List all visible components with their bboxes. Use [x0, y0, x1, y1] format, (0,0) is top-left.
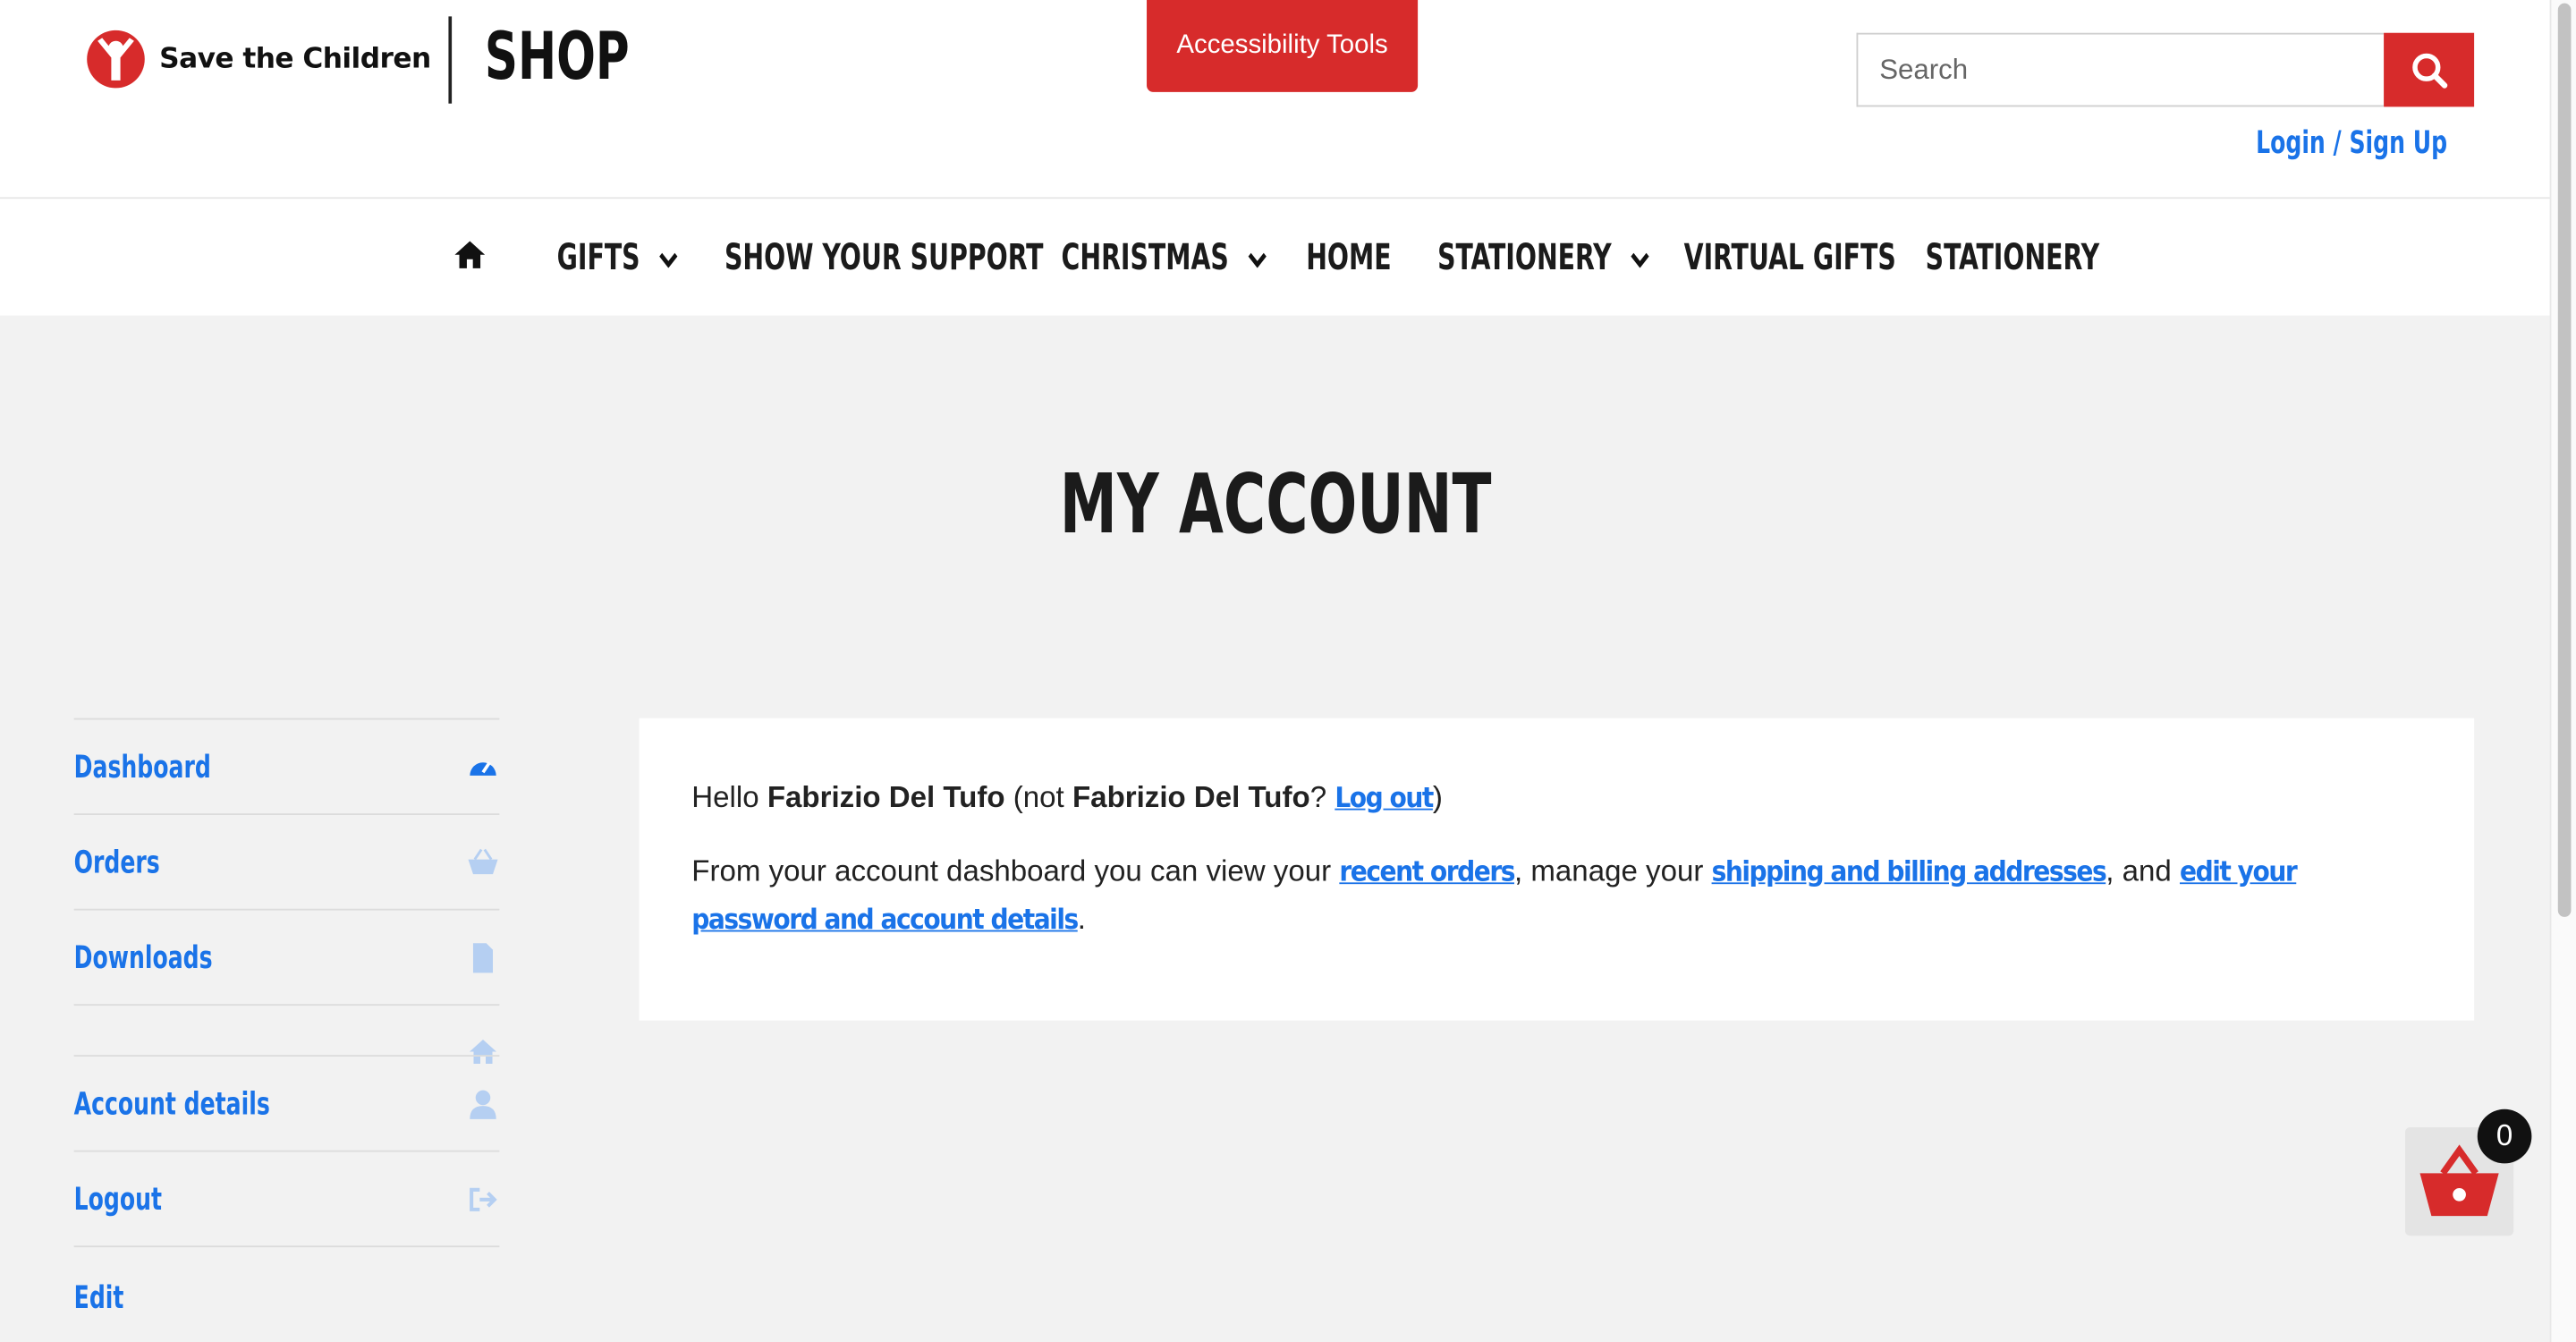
cart-count-badge: 0: [2477, 1108, 2532, 1164]
accessibility-tools-button[interactable]: Accessibility Tools: [1147, 0, 1419, 92]
logout-link[interactable]: Log out: [1335, 782, 1434, 815]
nav-item-stationery[interactable]: STATIONERY: [1437, 238, 1650, 279]
child-logo-icon: [87, 30, 145, 89]
sidebar-item-logout[interactable]: Logout: [73, 1150, 500, 1246]
sidebar-item-orders[interactable]: Orders: [73, 813, 500, 909]
search-button[interactable]: [2384, 32, 2475, 107]
site-header: Save the Children SHOP Accessibility Too…: [0, 0, 2550, 200]
sidebar-item-dashboard[interactable]: Dashboard: [73, 718, 500, 814]
scrollbar[interactable]: [2549, 0, 2576, 1342]
intro-paragraph: From your account dashboard you can view…: [691, 854, 2297, 937]
logout-icon: [467, 1183, 500, 1216]
sidebar-item-edit[interactable]: Edit: [73, 1245, 500, 1342]
dashboard-content: Hello Fabrizio Del Tufo (not Fabrizio De…: [639, 718, 2475, 1021]
login-signup-link[interactable]: Login / Sign Up: [2257, 125, 2448, 161]
scrollbar-thumb[interactable]: [2557, 3, 2572, 917]
logo-divider: [448, 16, 453, 104]
user-name: Fabrizio Del Tufo: [767, 780, 1005, 814]
sidebar-item-addresses[interactable]: [73, 1004, 500, 1065]
brand-name: Save the Children: [159, 42, 431, 76]
nav-item-stationery-2[interactable]: STATIONERY: [1926, 238, 2100, 279]
chevron-down-icon: [1631, 251, 1649, 268]
recent-orders-link[interactable]: recent orders: [1339, 856, 1515, 889]
shop-title[interactable]: SHOP: [485, 20, 630, 95]
dashboard-icon: [467, 750, 500, 783]
nav-item-christmas[interactable]: CHRISTMAS: [1062, 238, 1267, 279]
home-icon[interactable]: [452, 236, 487, 272]
main-nav: GIFTS SHOW YOUR SUPPORT CHRISTMAS HOME S…: [0, 199, 2550, 316]
user-icon: [467, 1087, 500, 1120]
basket-icon: [467, 845, 500, 879]
nav-item-virtual-gifts[interactable]: VIRTUAL GIFTS: [1684, 238, 1896, 279]
user-name-repeat: Fabrizio Del Tufo: [1072, 780, 1310, 814]
chevron-down-icon: [659, 251, 678, 268]
nav-item-home[interactable]: HOME: [1306, 238, 1391, 279]
search-icon: [2411, 52, 2447, 88]
search-form: [1856, 32, 2475, 107]
search-input[interactable]: [1856, 32, 2385, 107]
sidebar-item-downloads[interactable]: Downloads: [73, 908, 500, 1005]
sidebar-item-account-details[interactable]: Account details: [73, 1055, 500, 1151]
greeting-paragraph: Hello Fabrizio Del Tufo (not Fabrizio De…: [691, 780, 1443, 816]
save-the-children-logo[interactable]: Save the Children: [86, 26, 431, 91]
account-sidebar: Dashboard Orders Downloads Account detai…: [73, 718, 500, 1342]
chevron-down-icon: [1248, 251, 1267, 268]
page-title: MY ACCOUNT: [1058, 456, 1491, 553]
nav-item-gifts[interactable]: GIFTS: [557, 238, 679, 279]
nav-item-show-your-support[interactable]: SHOW YOUR SUPPORT: [724, 238, 1044, 279]
file-icon: [467, 941, 500, 974]
addresses-link[interactable]: shipping and billing addresses: [1712, 856, 2107, 889]
